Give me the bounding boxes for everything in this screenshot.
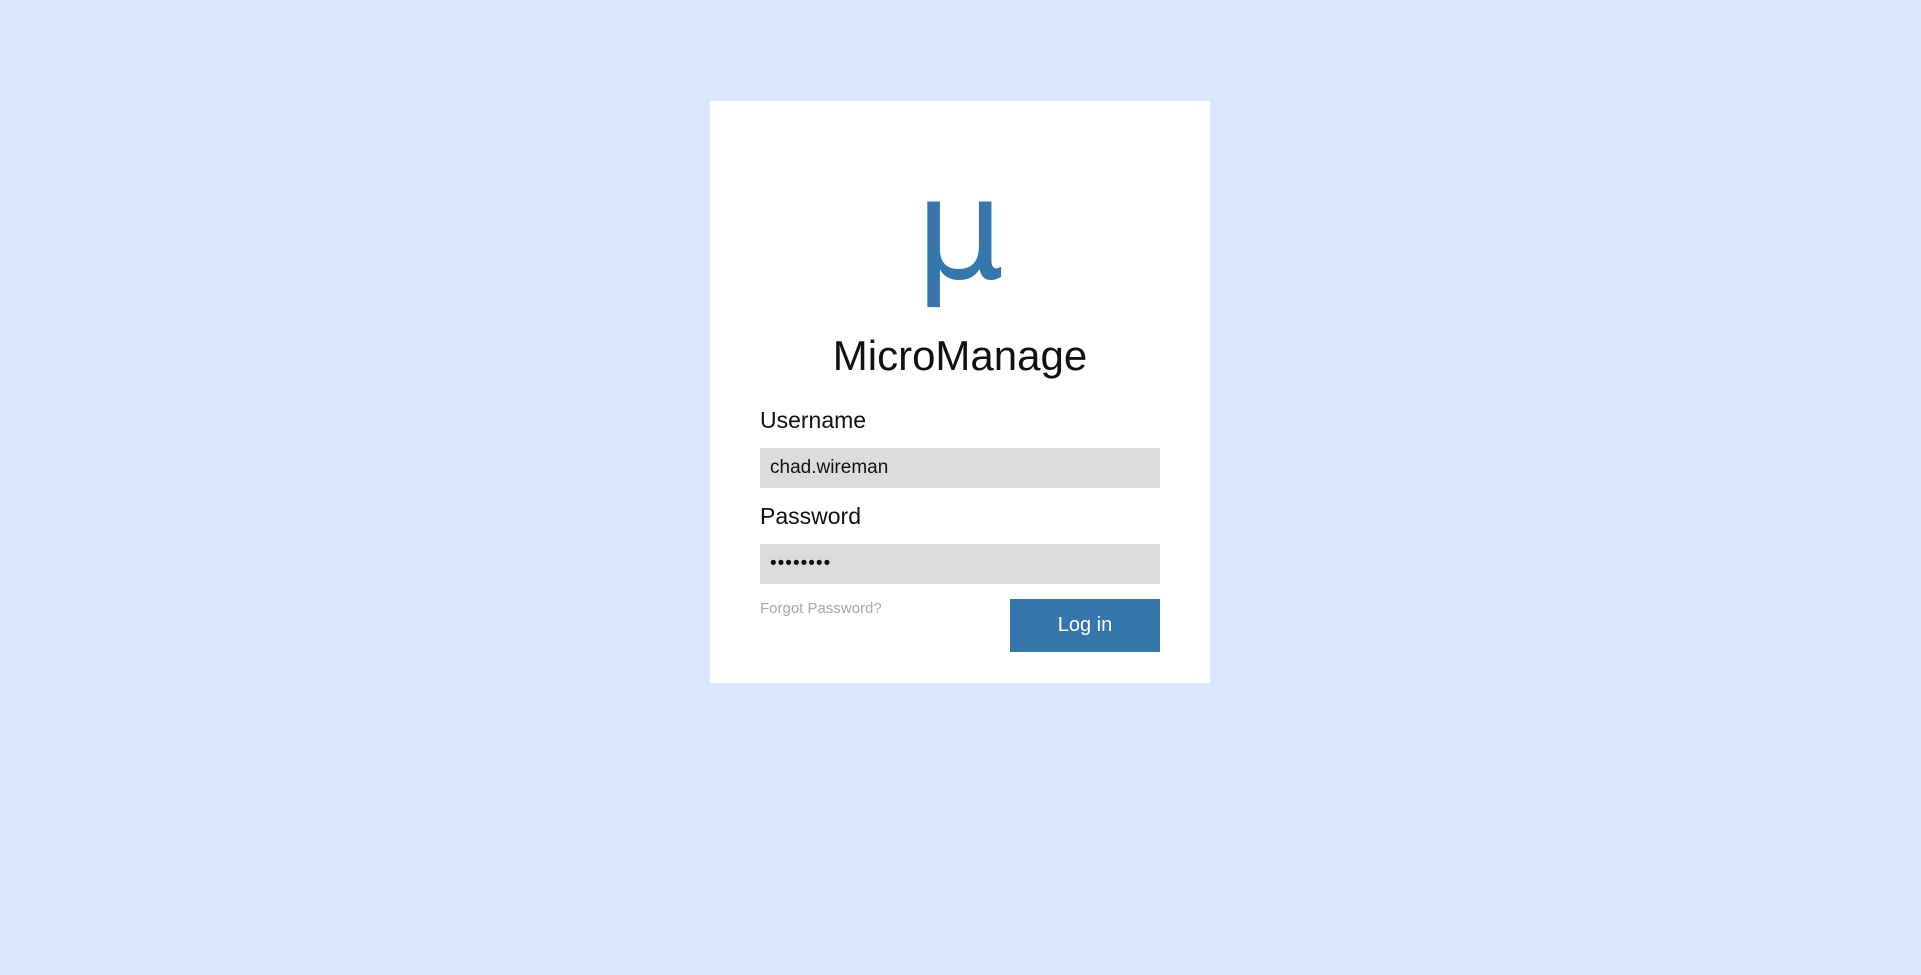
username-field[interactable]	[760, 448, 1160, 488]
username-label: Username	[760, 407, 867, 433]
login-button[interactable]: Log in	[1010, 599, 1160, 652]
app-title: MicroManage	[832, 332, 1088, 379]
password-label: Password	[760, 503, 861, 529]
forgot-password-link[interactable]: Forgot Password?	[760, 600, 882, 618]
app-logo: μ	[710, 161, 1210, 301]
login-page: μ MicroManage Username Password Forgot P…	[0, 0, 1921, 975]
mu-logo-icon: μ	[915, 149, 1005, 312]
login-card: μ MicroManage Username Password Forgot P…	[710, 101, 1210, 683]
password-field[interactable]	[760, 544, 1160, 584]
